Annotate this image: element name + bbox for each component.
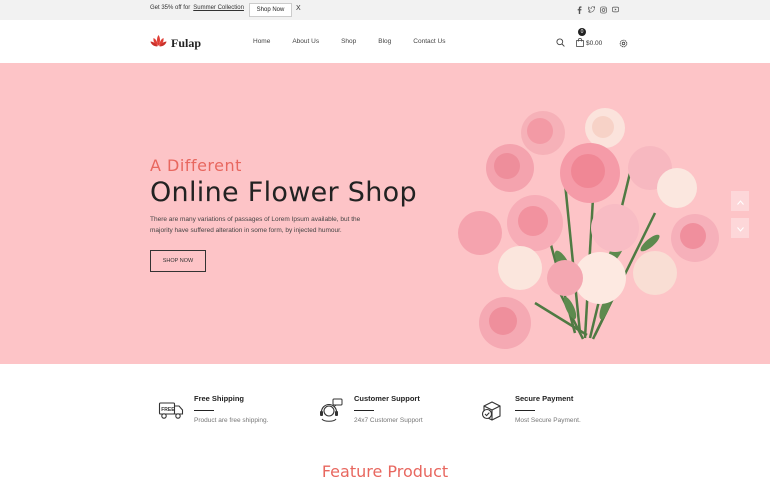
instagram-icon[interactable] — [600, 5, 607, 14]
nav-blog[interactable]: Blog — [378, 38, 391, 45]
feature-title: Secure Payment — [515, 394, 574, 403]
feature-customer-support: Customer Support 24x7 Customer Support — [318, 394, 423, 425]
slider-prev-button[interactable] — [731, 191, 749, 211]
feature-secure-payment: Secure Payment Most Secure Payment. — [479, 394, 581, 425]
chevron-up-icon — [736, 192, 744, 210]
promo-link[interactable]: Summer Collection — [193, 5, 244, 11]
chevron-down-icon — [736, 219, 744, 237]
social-links — [576, 5, 619, 14]
support-headset-icon — [318, 397, 346, 425]
promo-message: Get 35% off for Summer Collection — [150, 5, 244, 11]
feature-title: Customer Support — [354, 394, 420, 403]
gear-icon[interactable] — [619, 39, 628, 48]
nav-about-us[interactable]: About Us — [292, 38, 319, 45]
flower-bouquet-image — [445, 103, 735, 364]
lotus-logo-icon — [150, 34, 167, 53]
feature-divider — [354, 410, 374, 411]
announcement-bar: Get 35% off for Summer Collection Shop N… — [0, 0, 770, 20]
shopping-bag-icon — [576, 34, 584, 52]
main-nav: Home About Us Shop Blog Contact Us — [253, 38, 445, 45]
feature-divider — [194, 410, 214, 411]
hero-subtitle: A Different — [150, 156, 242, 175]
feature-divider — [515, 410, 535, 411]
secure-payment-box-icon — [479, 397, 507, 425]
site-logo[interactable]: Fulap — [150, 34, 201, 53]
feature-free-shipping: FREE Free Shipping Product are free ship… — [158, 394, 268, 425]
shop-now-cta-button[interactable]: SHOP NOW — [150, 250, 206, 272]
cart-total: $0.00 — [586, 39, 603, 47]
site-header: Fulap Home About Us Shop Blog Contact Us… — [0, 20, 770, 63]
youtube-icon[interactable] — [612, 5, 619, 14]
nav-contact-us[interactable]: Contact Us — [413, 38, 445, 45]
features-row: FREE Free Shipping Product are free ship… — [0, 364, 770, 444]
hero-description: There are many variations of passages of… — [150, 216, 361, 234]
slider-next-button[interactable] — [731, 218, 749, 238]
nav-home[interactable]: Home — [253, 38, 270, 45]
hero-banner: A Different Online Flower Shop There are… — [0, 63, 770, 364]
promo-text: Get 35% off for — [150, 5, 191, 11]
twitter-icon[interactable] — [588, 5, 595, 14]
feature-title: Free Shipping — [194, 394, 245, 403]
shop-now-button[interactable]: Shop Now — [249, 3, 292, 17]
facebook-icon[interactable] — [576, 5, 583, 14]
close-announcement-button[interactable]: X — [296, 5, 301, 12]
feature-description: Product are free shipping. — [194, 417, 269, 424]
nav-shop[interactable]: Shop — [341, 38, 356, 45]
hero-title: Online Flower Shop — [150, 177, 417, 208]
header-actions: 0 $0.00 — [556, 28, 628, 52]
cart-count-badge: 0 — [578, 28, 586, 36]
section-title-feature-product: Feature Product — [321, 462, 449, 481]
feature-description: Most Secure Payment. — [515, 417, 581, 424]
feature-description: 24x7 Customer Support — [354, 417, 423, 424]
free-delivery-truck-icon: FREE — [158, 397, 186, 425]
search-icon[interactable] — [556, 34, 565, 52]
svg-text:FREE: FREE — [161, 407, 175, 413]
cart-button[interactable]: 0 $0.00 — [576, 28, 603, 52]
logo-text: Fulap — [171, 36, 202, 50]
